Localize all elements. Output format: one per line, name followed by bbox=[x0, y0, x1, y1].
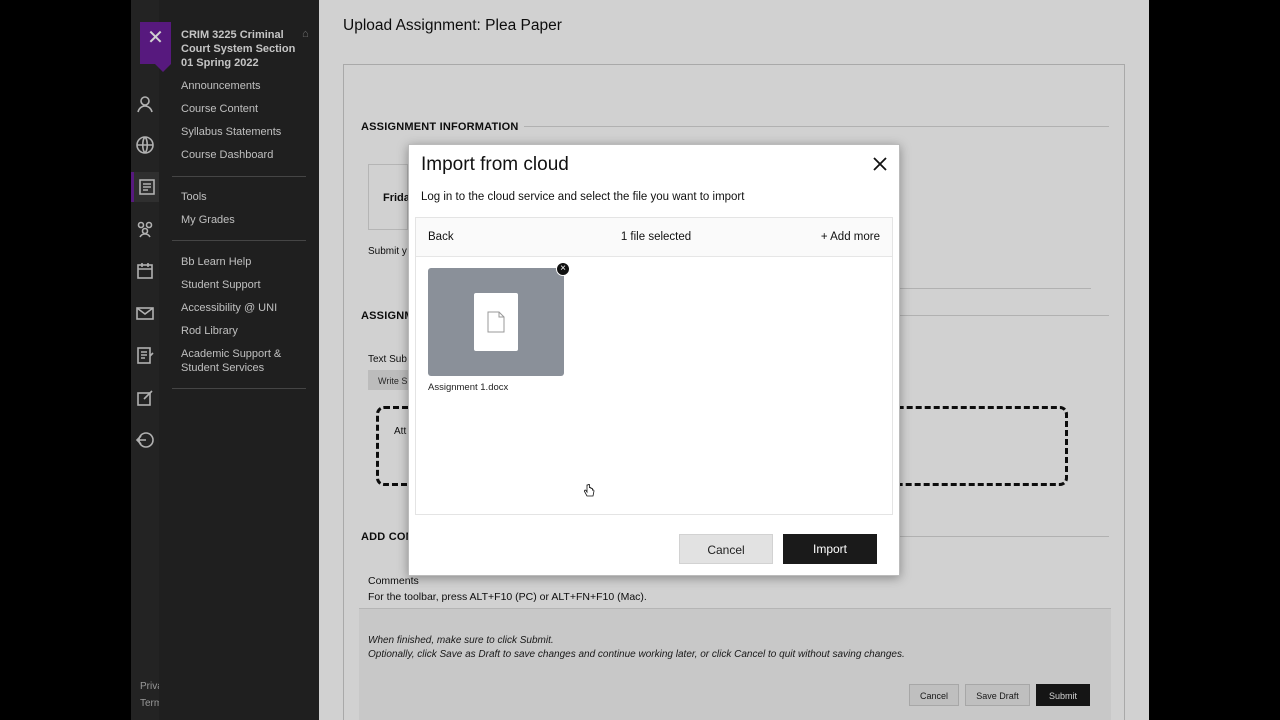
hand-cursor-icon bbox=[583, 484, 595, 497]
add-more-button[interactable]: + Add more bbox=[821, 231, 880, 243]
close-icon: × bbox=[560, 263, 566, 274]
file-thumbnail[interactable] bbox=[428, 268, 564, 376]
plus-icon: + bbox=[820, 231, 831, 243]
dialog-subtitle: Log in to the cloud service and select t… bbox=[421, 191, 745, 203]
file-name: Assignment 1.docx bbox=[428, 382, 509, 393]
close-dialog-button[interactable] bbox=[871, 155, 889, 173]
import-from-cloud-dialog: Import from cloud Log in to the cloud se… bbox=[408, 144, 900, 576]
file-picker-header: Back 1 file selected + Add more bbox=[416, 218, 892, 257]
dialog-cancel-button[interactable]: Cancel bbox=[679, 534, 773, 564]
dialog-title: Import from cloud bbox=[421, 154, 569, 175]
blackboard-window: Priva Term CRIM 3225 Criminal Court Syst… bbox=[131, 0, 1149, 720]
add-more-label: Add more bbox=[830, 231, 880, 243]
import-button[interactable]: Import bbox=[783, 534, 877, 564]
selected-count: 1 file selected bbox=[620, 231, 692, 243]
remove-file-button[interactable]: × bbox=[556, 262, 570, 276]
back-button[interactable]: Back bbox=[428, 231, 454, 243]
close-icon bbox=[873, 157, 887, 171]
file-picker-panel: Back 1 file selected + Add more × Assign… bbox=[415, 217, 893, 515]
document-icon bbox=[474, 293, 518, 351]
